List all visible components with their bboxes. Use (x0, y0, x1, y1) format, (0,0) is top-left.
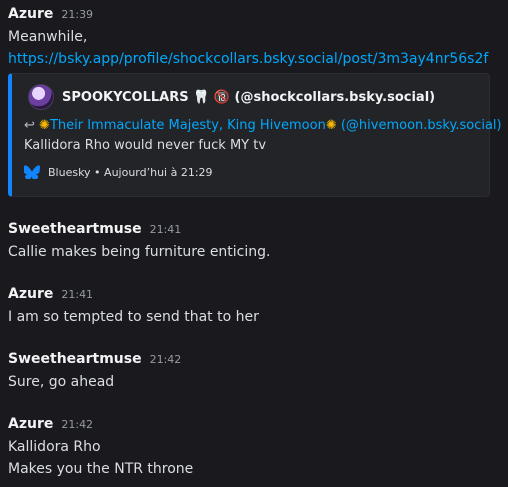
message: Sweetheartmuse 21:42 Sure, go ahead (8, 351, 500, 393)
message-text: Sure, go ahead (8, 374, 115, 390)
avatar[interactable] (28, 84, 54, 110)
message: Azure 21:41 I am so tempted to send that… (8, 286, 500, 328)
link-embed: SPOOKYCOLLARS 🦷 🔞 (@shockcollars.bsky.so… (8, 73, 502, 197)
embed-reply-handle[interactable]: (@hivemoon.bsky.social) (337, 118, 502, 133)
message-timestamp[interactable]: 21:39 (61, 8, 93, 21)
embed-author-name[interactable]: SPOOKYCOLLARS 🦷 🔞 (@shockcollars.bsky.so… (62, 90, 435, 105)
sun-icon: ✺ (39, 118, 50, 133)
embed-author[interactable]: SPOOKYCOLLARS 🦷 🔞 (@shockcollars.bsky.so… (28, 84, 435, 110)
embed-footer: Bluesky • Aujourd’hui à 21:29 (24, 165, 213, 179)
message-text: Kallidora Rho (8, 439, 101, 455)
message: Sweetheartmuse 21:41 Callie makes being … (8, 221, 500, 263)
message: Azure 21:39 Meanwhile, https://bsky.app/… (8, 6, 500, 70)
embed-reply-name[interactable]: Their Immaculate Majesty, King Hivemoon (50, 118, 326, 133)
message-text: I am so tempted to send that to her (8, 309, 259, 325)
embed-reply-line[interactable]: ↩ ✺Their Immaculate Majesty, King Hivemo… (24, 118, 502, 133)
message-timestamp[interactable]: 21:41 (61, 288, 93, 301)
message-author[interactable]: Sweetheartmuse (8, 351, 142, 367)
message-link[interactable]: https://bsky.app/profile/shockcollars.bs… (8, 51, 488, 67)
message-author[interactable]: Azure (8, 286, 53, 302)
message: Azure 21:42 Kallidora Rho Makes you the … (8, 416, 500, 480)
message-text: Makes you the NTR throne (8, 461, 194, 477)
message-author[interactable]: Azure (8, 6, 53, 22)
message-text: Meanwhile, (8, 29, 88, 45)
embed-description: Kallidora Rho would never fuck MY tv (24, 138, 267, 153)
bluesky-icon (24, 165, 40, 179)
sun-icon: ✺ (325, 118, 337, 133)
message-timestamp[interactable]: 21:42 (150, 353, 182, 366)
message-author[interactable]: Sweetheartmuse (8, 221, 142, 237)
message-author[interactable]: Azure (8, 416, 53, 432)
reply-arrow-icon: ↩ (24, 118, 35, 133)
message-timestamp[interactable]: 21:42 (61, 418, 93, 431)
message-timestamp[interactable]: 21:41 (150, 223, 182, 236)
message-text: Callie makes being furniture enticing. (8, 244, 271, 260)
embed-footer-text: Bluesky • Aujourd’hui à 21:29 (48, 165, 213, 179)
